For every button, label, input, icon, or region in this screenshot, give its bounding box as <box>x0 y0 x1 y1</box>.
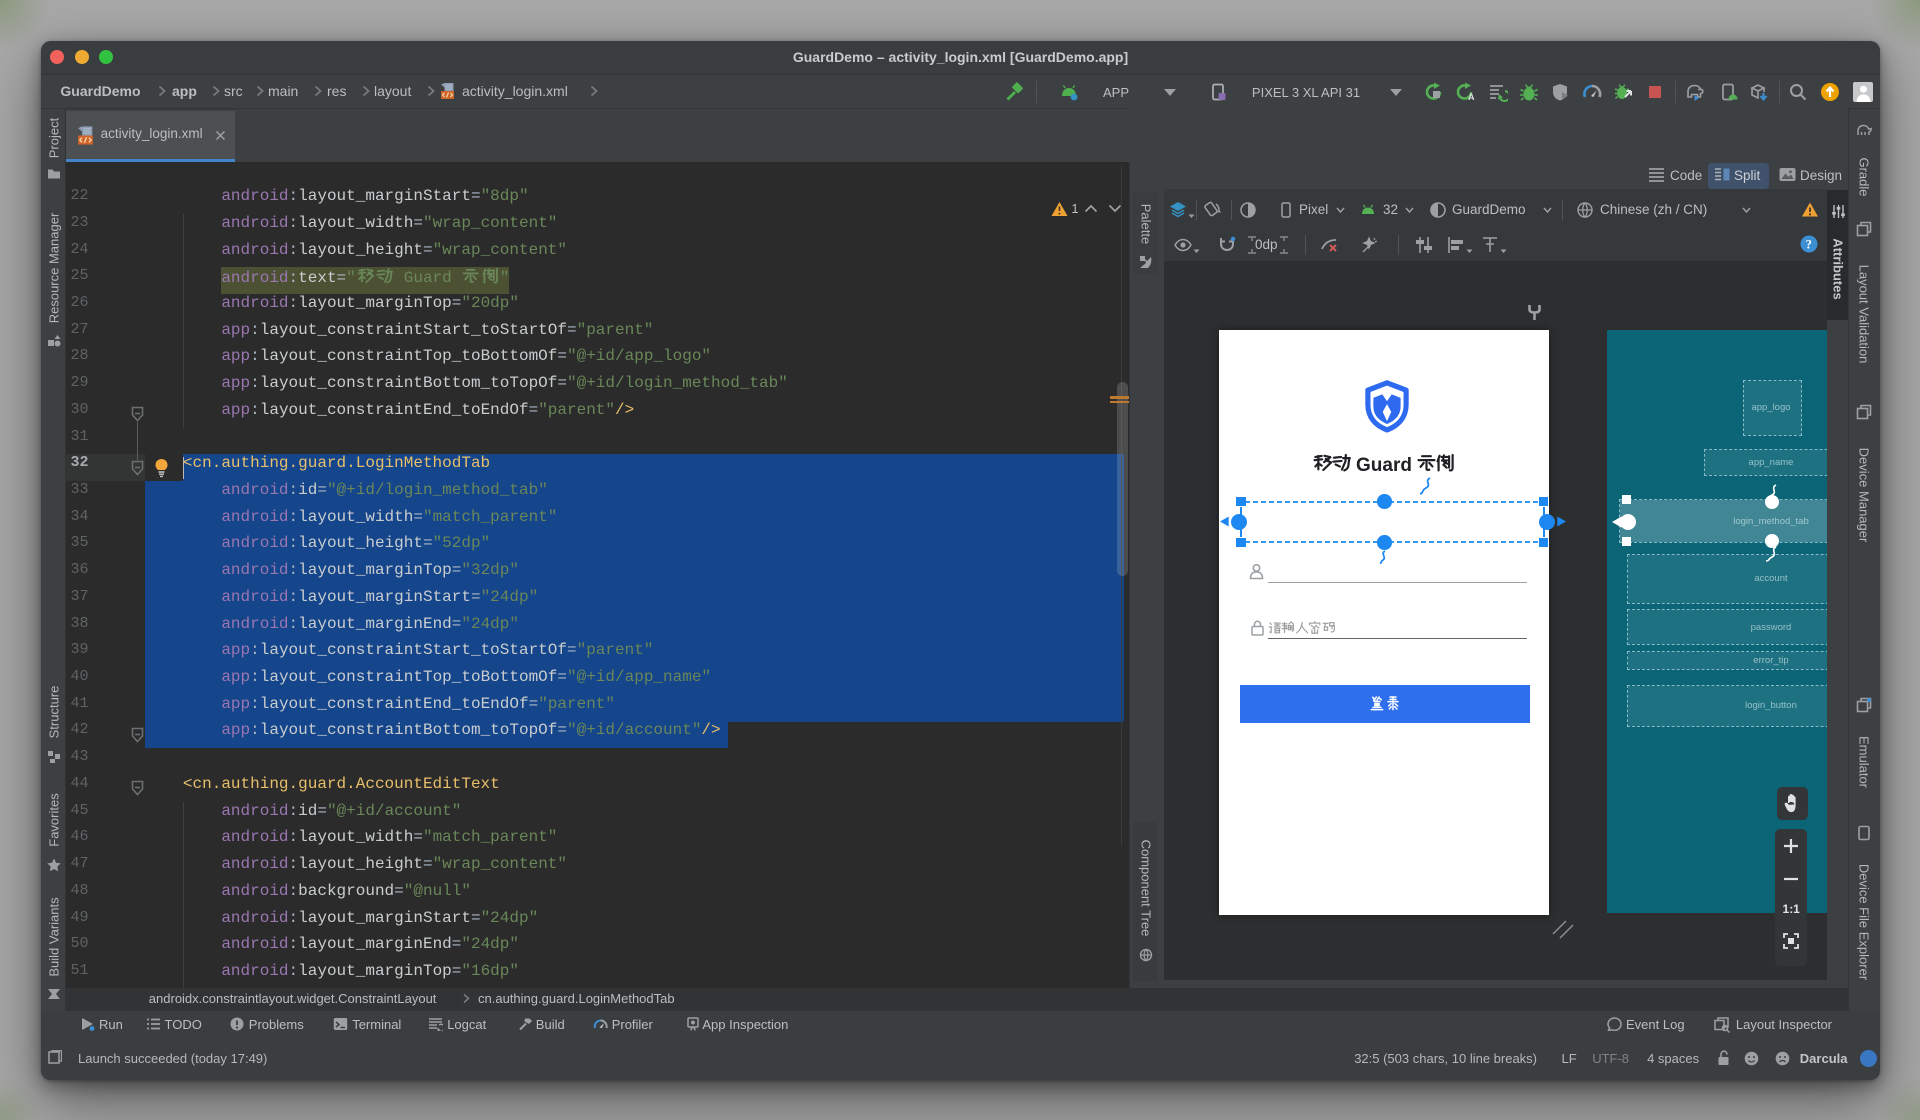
svg-text:?: ? <box>1806 237 1812 251</box>
svg-text:A: A <box>1468 92 1475 102</box>
